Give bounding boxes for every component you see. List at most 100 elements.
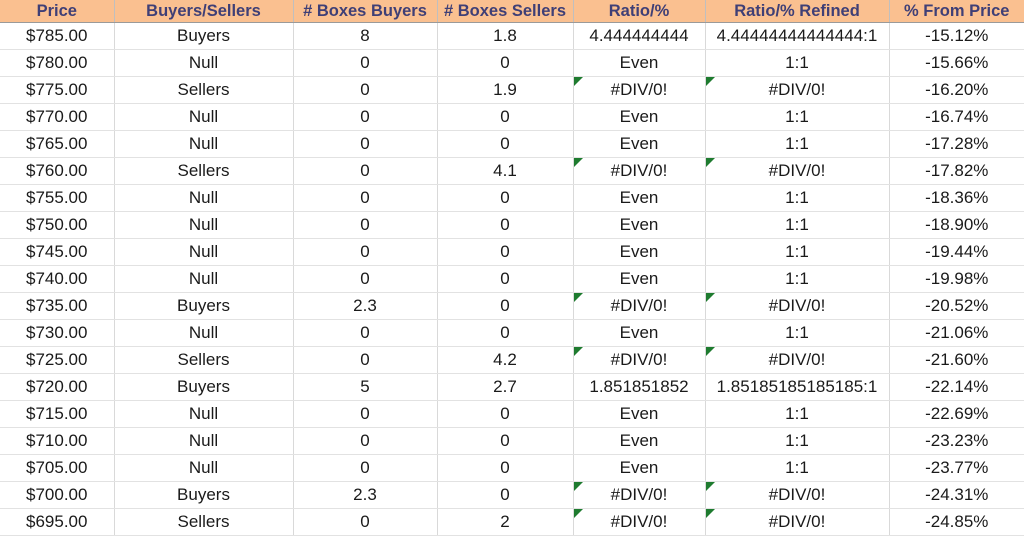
cell-ratio[interactable]: Even [573,211,706,239]
cell-boxes_buy[interactable]: 2.3 [293,481,438,509]
cell-boxes_sell[interactable]: 2 [437,508,574,536]
cell-boxes_sell[interactable]: 0 [437,319,574,347]
cell-ratio_ref[interactable]: #DIV/0! [705,76,890,104]
cell-boxes_sell[interactable]: 0 [437,211,574,239]
column-header-buyers-sellers[interactable]: Buyers/Sellers [114,0,294,23]
cell-status[interactable]: Null [114,400,294,428]
cell-pct[interactable]: -23.23% [889,427,1024,455]
cell-boxes_buy[interactable]: 0 [293,400,438,428]
cell-pct[interactable]: -18.90% [889,211,1024,239]
table-row[interactable]: $745.00 Null 0 0 Even 1:1 -19.44% [0,238,1024,266]
cell-price[interactable]: $770.00 [0,103,115,131]
cell-pct[interactable]: -19.44% [889,238,1024,266]
cell-ratio[interactable]: Even [573,265,706,293]
cell-boxes_buy[interactable]: 0 [293,184,438,212]
cell-ratio[interactable]: Even [573,49,706,77]
cell-boxes_sell[interactable]: 0 [437,103,574,131]
cell-ratio_ref[interactable]: 1:1 [705,238,890,266]
cell-price[interactable]: $730.00 [0,319,115,347]
cell-pct[interactable]: -22.69% [889,400,1024,428]
column-header-boxes-sellers[interactable]: # Boxes Sellers [437,0,574,23]
cell-boxes_sell[interactable]: 0 [437,481,574,509]
cell-ratio[interactable]: #DIV/0! [573,346,706,374]
cell-status[interactable]: Buyers [114,373,294,401]
cell-boxes_sell[interactable]: 1.9 [437,76,574,104]
cell-boxes_sell[interactable]: 0 [437,130,574,158]
cell-ratio[interactable]: Even [573,427,706,455]
cell-ratio[interactable]: #DIV/0! [573,292,706,320]
cell-status[interactable]: Buyers [114,481,294,509]
cell-price[interactable]: $725.00 [0,346,115,374]
cell-ratio_ref[interactable]: #DIV/0! [705,508,890,536]
table-row[interactable]: $700.00 Buyers 2.3 0 #DIV/0! #DIV/0! -24.31% [0,481,1024,509]
cell-ratio_ref[interactable]: #DIV/0! [705,292,890,320]
cell-pct[interactable]: -15.66% [889,49,1024,77]
cell-price[interactable]: $695.00 [0,508,115,536]
cell-status[interactable]: Null [114,49,294,77]
cell-pct[interactable]: -24.31% [889,481,1024,509]
cell-status[interactable]: Null [114,265,294,293]
cell-price[interactable]: $720.00 [0,373,115,401]
cell-boxes_buy[interactable]: 0 [293,211,438,239]
cell-price[interactable]: $735.00 [0,292,115,320]
cell-status[interactable]: Null [114,184,294,212]
cell-boxes_sell[interactable]: 0 [437,49,574,77]
cell-boxes_sell[interactable]: 4.1 [437,157,574,185]
cell-pct[interactable]: -16.20% [889,76,1024,104]
cell-ratio_ref[interactable]: 1.85185185185185:1 [705,373,890,401]
cell-pct[interactable]: -21.06% [889,319,1024,347]
table-row[interactable]: $735.00 Buyers 2.3 0 #DIV/0! #DIV/0! -20.52% [0,292,1024,320]
cell-ratio[interactable]: 4.444444444 [573,22,706,50]
cell-price[interactable]: $750.00 [0,211,115,239]
cell-status[interactable]: Sellers [114,157,294,185]
cell-pct[interactable]: -17.28% [889,130,1024,158]
cell-pct[interactable]: -18.36% [889,184,1024,212]
cell-ratio_ref[interactable]: 1:1 [705,184,890,212]
cell-status[interactable]: Sellers [114,346,294,374]
column-header-ratio[interactable]: Ratio/% [573,0,706,23]
table-row[interactable]: $720.00 Buyers 5 2.7 1.851851852 1.8518518518… [0,373,1024,401]
cell-pct[interactable]: -24.85% [889,508,1024,536]
cell-price[interactable]: $760.00 [0,157,115,185]
cell-boxes_sell[interactable]: 4.2 [437,346,574,374]
table-row[interactable]: $695.00 Sellers 0 2 #DIV/0! #DIV/0! -24.85% [0,508,1024,536]
cell-price[interactable]: $740.00 [0,265,115,293]
cell-ratio_ref[interactable]: 1:1 [705,211,890,239]
cell-pct[interactable]: -19.98% [889,265,1024,293]
cell-ratio_ref[interactable]: 1:1 [705,454,890,482]
cell-pct[interactable]: -16.74% [889,103,1024,131]
cell-boxes_buy[interactable]: 0 [293,454,438,482]
cell-boxes_buy[interactable]: 0 [293,508,438,536]
cell-status[interactable]: Sellers [114,508,294,536]
table-row[interactable]: $785.00 Buyers 8 1.8 4.444444444 4.4444444444… [0,22,1024,50]
table-row[interactable]: $760.00 Sellers 0 4.1 #DIV/0! #DIV/0! -17.82% [0,157,1024,185]
table-row[interactable]: $750.00 Null 0 0 Even 1:1 -18.90% [0,211,1024,239]
cell-ratio[interactable]: Even [573,319,706,347]
cell-boxes_buy[interactable]: 0 [293,76,438,104]
cell-price[interactable]: $745.00 [0,238,115,266]
cell-price[interactable]: $710.00 [0,427,115,455]
table-row[interactable]: $780.00 Null 0 0 Even 1:1 -15.66% [0,49,1024,77]
cell-ratio_ref[interactable]: 1:1 [705,103,890,131]
cell-ratio[interactable]: #DIV/0! [573,508,706,536]
cell-status[interactable]: Null [114,319,294,347]
cell-boxes_buy[interactable]: 0 [293,346,438,374]
cell-ratio[interactable]: #DIV/0! [573,157,706,185]
cell-status[interactable]: Buyers [114,292,294,320]
cell-ratio[interactable]: 1.851851852 [573,373,706,401]
table-row[interactable]: $770.00 Null 0 0 Even 1:1 -16.74% [0,103,1024,131]
cell-pct[interactable]: -21.60% [889,346,1024,374]
cell-ratio[interactable]: Even [573,184,706,212]
cell-ratio[interactable]: Even [573,130,706,158]
cell-ratio_ref[interactable]: 1:1 [705,265,890,293]
cell-boxes_buy[interactable]: 0 [293,265,438,293]
cell-ratio_ref[interactable]: 1:1 [705,130,890,158]
cell-ratio_ref[interactable]: #DIV/0! [705,346,890,374]
cell-boxes_buy[interactable]: 0 [293,427,438,455]
cell-boxes_sell[interactable]: 0 [437,184,574,212]
cell-boxes_sell[interactable]: 2.7 [437,373,574,401]
cell-ratio[interactable]: #DIV/0! [573,481,706,509]
cell-pct[interactable]: -23.77% [889,454,1024,482]
table-row[interactable]: $740.00 Null 0 0 Even 1:1 -19.98% [0,265,1024,293]
cell-boxes_buy[interactable]: 0 [293,103,438,131]
